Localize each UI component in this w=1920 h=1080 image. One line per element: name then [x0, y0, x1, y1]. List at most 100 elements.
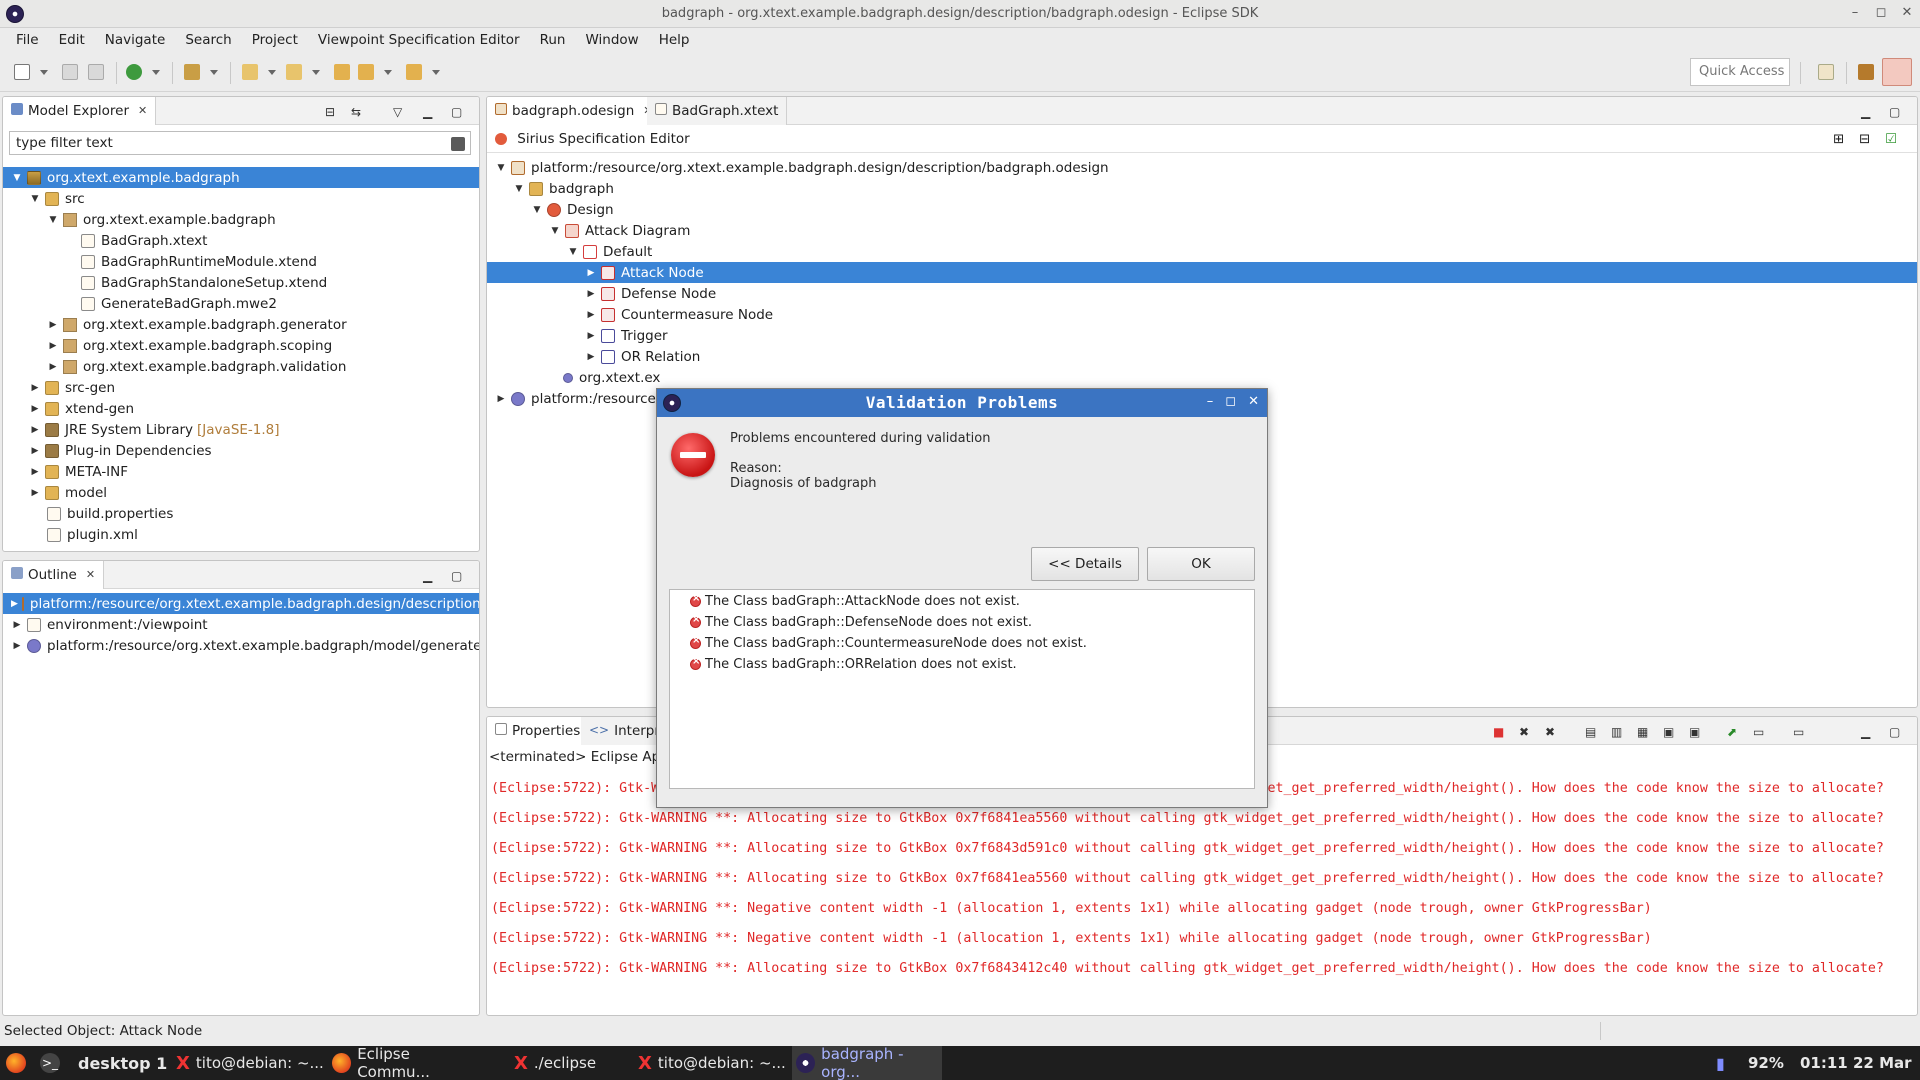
forward-icon[interactable] — [406, 64, 422, 80]
open-perspective-icon[interactable] — [1818, 64, 1834, 80]
show-on-stderr-icon[interactable]: ▣ — [1689, 725, 1700, 739]
menu-help[interactable]: Help — [649, 28, 700, 52]
previous-annotation-icon[interactable] — [286, 64, 302, 80]
spec-tree-item[interactable]: ▶ Trigger — [487, 325, 668, 346]
minimize-button[interactable]: – — [1848, 5, 1862, 20]
pin-console-icon[interactable]: ⬈ — [1727, 725, 1737, 739]
maximize-view-icon[interactable]: ▢ — [1889, 725, 1900, 739]
quick-access-input[interactable]: Quick Access — [1690, 58, 1790, 86]
filter-input[interactable]: type filter text — [9, 131, 471, 155]
save-icon[interactable] — [62, 64, 78, 80]
spec-tree-item[interactable]: org.xtext.ex — [487, 367, 660, 388]
new-dropdown-icon[interactable] — [40, 70, 48, 75]
dialog-close-button[interactable]: ✕ — [1248, 394, 1259, 409]
network-signal-icon[interactable]: ▮ — [1716, 1046, 1725, 1080]
close-tab-icon[interactable]: ✕ — [138, 104, 147, 117]
collapse-all-icon[interactable]: ⊟ — [1859, 131, 1871, 147]
spec-tree-item[interactable]: ▼ Default — [487, 241, 653, 262]
link-with-editor-icon[interactable]: ⇆ — [351, 105, 361, 119]
close-window-button[interactable]: ✕ — [1900, 5, 1914, 20]
back-dropdown-icon[interactable] — [384, 70, 392, 75]
maximize-view-icon[interactable]: ▢ — [1889, 105, 1900, 119]
menu-search[interactable]: Search — [175, 28, 241, 52]
tree-item-project[interactable]: ▼ org.xtext.example.badgraph — [3, 167, 479, 188]
tree-item-file[interactable]: plugin.xml — [3, 524, 138, 545]
spec-tree-item[interactable]: ▶ Defense Node — [487, 283, 717, 304]
list-item[interactable]: The Class badGraph::AttackNode does not … — [690, 593, 1020, 609]
list-item[interactable]: The Class badGraph::ORRelation does not … — [690, 656, 1017, 672]
taskbar-item[interactable]: X tito@debian: ~... — [176, 1046, 326, 1080]
previous-annotation-dropdown-icon[interactable] — [312, 70, 320, 75]
menu-run[interactable]: Run — [530, 28, 576, 52]
spec-tree-item[interactable]: ▼ platform:/resource/org.xtext.example.ba… — [487, 157, 1109, 178]
spec-tree-item[interactable]: ▼ Attack Diagram — [487, 220, 691, 241]
show-on-stdout-icon[interactable]: ▣ — [1663, 725, 1674, 739]
menu-viewpoint-spec-editor[interactable]: Viewpoint Specification Editor — [308, 28, 530, 52]
terminate-icon[interactable]: ■ — [1493, 725, 1504, 739]
open-console-icon[interactable]: ▭ — [1793, 725, 1804, 739]
back-icon[interactable] — [358, 64, 374, 80]
tree-item-package[interactable]: ▶ org.xtext.example.badgraph.validation — [3, 356, 347, 377]
taskbar-item[interactable]: X ./eclipse — [514, 1046, 614, 1080]
scroll-lock-icon[interactable]: ▥ — [1611, 725, 1622, 739]
minimize-view-icon[interactable]: ▁ — [423, 105, 432, 119]
menu-project[interactable]: Project — [242, 28, 308, 52]
list-item[interactable]: The Class badGraph::CountermeasureNode d… — [690, 635, 1087, 651]
tree-item-library[interactable]: ▶ Plug-in Dependencies — [3, 440, 212, 461]
tab-properties[interactable]: Properties — [487, 717, 590, 745]
expand-all-icon[interactable]: ⊞ — [1833, 131, 1845, 147]
outline-item[interactable]: ▶ environment:/viewpoint — [3, 614, 208, 635]
tree-item-package[interactable]: ▶ org.xtext.example.badgraph.scoping — [3, 335, 333, 356]
terminal-launcher[interactable]: >_ — [40, 1046, 60, 1080]
tab-badgraph-xtext[interactable]: BadGraph.xtext — [647, 97, 788, 125]
save-all-icon[interactable] — [88, 64, 104, 80]
spec-tree-item[interactable]: ▶ OR Relation — [487, 346, 701, 367]
next-annotation-dropdown-icon[interactable] — [268, 70, 276, 75]
tab-outline[interactable]: Outline ✕ — [3, 561, 105, 589]
maximize-view-icon[interactable]: ▢ — [451, 105, 462, 119]
tree-item-library[interactable]: ▶ JRE System Library [JavaSE-1.8] — [3, 419, 280, 440]
word-wrap-icon[interactable]: ▦ — [1637, 725, 1648, 739]
spec-tree-item-attack-node[interactable]: ▶ Attack Node — [487, 262, 1917, 283]
tree-item-package[interactable]: ▼ org.xtext.example.badgraph — [3, 209, 276, 230]
minimize-view-icon[interactable]: ▁ — [1861, 105, 1870, 119]
firefox-launcher[interactable] — [6, 1046, 26, 1080]
tab-badgraph-odesign[interactable]: badgraph.odesign ✕ — [487, 97, 662, 125]
taskbar-item[interactable]: Eclipse Commu... — [332, 1045, 482, 1080]
tree-item-file[interactable]: BadGraphStandaloneSetup.xtend — [3, 272, 327, 293]
next-annotation-icon[interactable] — [242, 64, 258, 80]
clear-filter-icon[interactable] — [451, 137, 465, 151]
outline-item[interactable]: ▶ platform:/resource/org.xtext.example.ba… — [3, 593, 479, 614]
close-tab-icon[interactable]: ✕ — [86, 568, 95, 581]
sirius-perspective-icon[interactable] — [1882, 58, 1912, 86]
spec-tree-item[interactable]: ▶ Countermeasure Node — [487, 304, 774, 325]
dialog-maximize-button[interactable]: ◻ — [1225, 394, 1236, 409]
menu-window[interactable]: Window — [575, 28, 648, 52]
minimize-view-icon[interactable]: ▁ — [423, 569, 432, 583]
dialog-minimize-button[interactable]: – — [1207, 394, 1214, 409]
list-item[interactable]: The Class badGraph::DefenseNode does not… — [690, 614, 1032, 630]
desktop-indicator[interactable]: desktop 1 — [78, 1046, 167, 1080]
tree-item-folder[interactable]: ▶ model — [3, 482, 108, 503]
tree-item-file[interactable]: BadGraphRuntimeModule.xtend — [3, 251, 317, 272]
maximize-view-icon[interactable]: ▢ — [451, 569, 462, 583]
view-menu-icon[interactable]: ▽ — [393, 105, 402, 119]
details-button[interactable]: << Details — [1031, 547, 1139, 581]
outline-item[interactable]: ▶ platform:/resource/org.xtext.example.ba… — [3, 635, 479, 656]
taskbar-item[interactable]: X tito@debian: ~... — [638, 1046, 788, 1080]
java-perspective-icon[interactable] — [1858, 64, 1874, 80]
tree-item-folder[interactable]: ▶ src-gen — [3, 377, 115, 398]
tab-model-explorer[interactable]: Model Explorer ✕ — [3, 97, 157, 125]
clock[interactable]: 01:11 22 Mar — [1800, 1046, 1912, 1080]
tree-item-file[interactable]: BadGraph.xtext — [3, 230, 207, 251]
spec-tree-item[interactable]: ▼ Design — [487, 199, 614, 220]
tree-item-folder[interactable]: ▶ META-INF — [3, 461, 129, 482]
tree-item-file[interactable]: build.properties — [3, 503, 173, 524]
spec-tree-item[interactable]: ▼ badgraph — [487, 178, 614, 199]
new-icon[interactable] — [14, 64, 30, 80]
tree-item-folder[interactable]: ▶ xtend-gen — [3, 398, 135, 419]
menu-edit[interactable]: Edit — [49, 28, 95, 52]
remove-launch-icon[interactable]: ✖ — [1519, 725, 1529, 739]
debug-dropdown-icon[interactable] — [152, 70, 160, 75]
battery-indicator[interactable]: 92% — [1748, 1046, 1784, 1080]
